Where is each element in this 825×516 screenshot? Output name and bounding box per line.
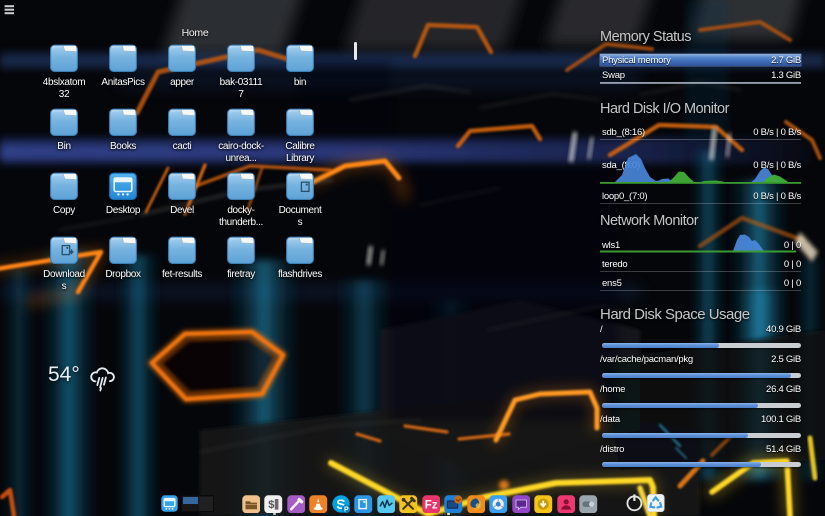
svg-text:$: $ (268, 499, 274, 511)
svg-text:P: P (344, 506, 349, 513)
svg-text:Fz: Fz (424, 499, 437, 511)
